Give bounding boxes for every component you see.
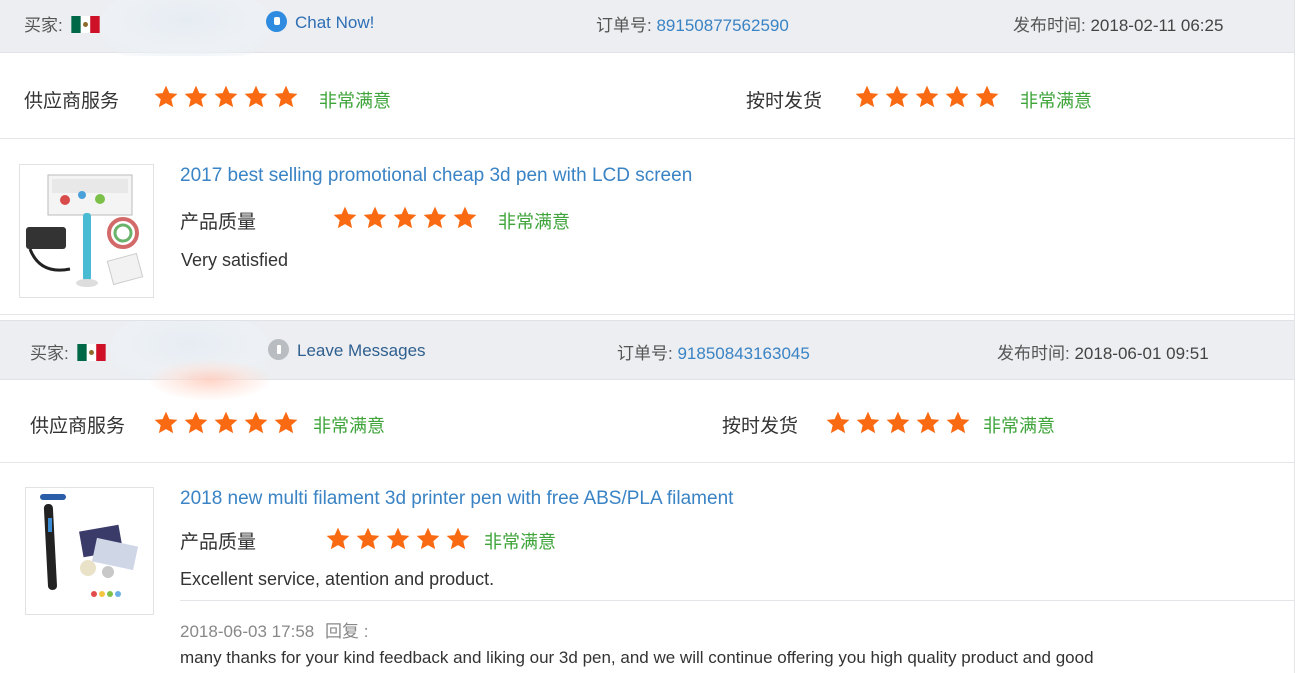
order-info: 订单号: 89150877562590 (596, 11, 789, 36)
product-quality-stars (325, 526, 475, 557)
product-thumbnail[interactable] (19, 164, 154, 298)
star-icon (916, 411, 940, 434)
publish-time: 发布时间: 2018-06-01 09:51 (997, 339, 1209, 364)
order-label: 订单号: (617, 344, 673, 363)
leave-messages-link[interactable]: Leave Messages (268, 339, 426, 361)
mexico-flag-icon (71, 16, 101, 33)
chat-now-label: Chat Now! (295, 13, 375, 32)
product-title-link[interactable]: 2018 new multi filament 3d printer pen w… (180, 488, 733, 510)
star-icon (946, 411, 970, 434)
product-quality-label: 产品质量 (180, 212, 257, 233)
star-icon (214, 85, 238, 108)
divider (0, 138, 1294, 139)
redaction-smudge (150, 360, 270, 400)
supplier-service-rating-text: 非常满意 (313, 416, 385, 436)
star-icon (885, 85, 909, 108)
star-icon (154, 85, 178, 108)
star-icon (915, 85, 939, 108)
star-icon (855, 85, 879, 108)
product-quality-label: 产品质量 (180, 532, 257, 553)
star-icon (154, 411, 178, 434)
star-icon (244, 85, 268, 108)
star-icon (416, 527, 440, 550)
buyer-name-redaction (100, 0, 270, 56)
chat-now-link[interactable]: Chat Now! (266, 11, 374, 33)
publish-time: 发布时间: 2018-02-11 06:25 (1013, 11, 1223, 36)
star-icon (326, 527, 350, 550)
star-icon (356, 527, 380, 550)
divider (0, 314, 1294, 315)
right-edge-border (1294, 0, 1295, 673)
on-time-label: 按时发货 (722, 416, 799, 437)
publish-time-label: 发布时间: (997, 344, 1070, 363)
product-quality-rating-text: 非常满意 (498, 212, 570, 232)
on-time-rating-text: 非常满意 (983, 416, 1055, 436)
buyer-label: 买家: (30, 344, 69, 363)
supplier-service-label: 供应商服务 (30, 416, 126, 437)
order-info: 订单号: 91850843163045 (617, 339, 810, 364)
supplier-service-label: 供应商服务 (24, 91, 120, 112)
buyer-info: 买家: (30, 339, 107, 364)
on-time-stars (825, 410, 975, 441)
star-icon (333, 206, 357, 229)
star-icon (214, 411, 238, 434)
review-comment: Excellent service, atention and product. (180, 569, 495, 589)
order-number-link[interactable]: 89150877562590 (656, 16, 788, 35)
star-icon (363, 206, 387, 229)
publish-time-label: 发布时间: (1013, 16, 1086, 35)
supplier-service-stars (153, 84, 303, 115)
buyer-info: 买家: (24, 11, 101, 36)
mexico-flag-icon (77, 344, 107, 361)
leave-messages-label: Leave Messages (297, 341, 426, 360)
reply-divider (180, 600, 1294, 601)
product-quality-stars (332, 205, 482, 236)
star-icon (886, 411, 910, 434)
product-thumbnail[interactable] (25, 487, 154, 615)
order-label: 订单号: (596, 16, 652, 35)
review-1-header: 买家: Chat Now! 订单号: 89150877562590 发布时间: … (0, 0, 1294, 56)
reply-header: 2018-06-03 17:58 回复 : (180, 617, 368, 642)
on-time-stars (854, 84, 1004, 115)
on-time-rating-text: 非常满意 (1020, 91, 1092, 111)
product-title-link[interactable]: 2017 best selling promotional cheap 3d p… (180, 165, 692, 187)
star-icon (423, 206, 447, 229)
supplier-service-stars (153, 410, 303, 441)
reply-label: 回复 : (324, 622, 369, 641)
star-icon (393, 206, 417, 229)
divider (0, 462, 1294, 463)
star-icon (453, 206, 477, 229)
star-icon (184, 411, 208, 434)
publish-time-value: 2018-02-11 06:25 (1090, 16, 1224, 35)
order-number-link[interactable]: 91850843163045 (677, 344, 809, 363)
star-icon (244, 411, 268, 434)
buyer-label: 买家: (24, 16, 63, 35)
3d-pen-kit-image (26, 174, 144, 287)
star-icon (826, 411, 850, 434)
star-icon (274, 411, 298, 434)
product-quality-rating-text: 非常满意 (484, 532, 556, 552)
supplier-service-rating-text: 非常满意 (319, 91, 391, 111)
message-icon (268, 339, 289, 360)
chat-icon (266, 11, 287, 32)
star-icon (184, 85, 208, 108)
star-icon (386, 527, 410, 550)
reply-time: 2018-06-03 17:58 (180, 622, 315, 641)
star-icon (975, 85, 999, 108)
star-icon (446, 527, 470, 550)
star-icon (945, 85, 969, 108)
seller-reply-text: many thanks for your kind feedback and l… (180, 648, 1094, 667)
on-time-label: 按时发货 (746, 91, 823, 112)
publish-time-value: 2018-06-01 09:51 (1074, 344, 1209, 363)
3d-printer-pen-image (40, 494, 139, 597)
review-comment: Very satisfied (181, 250, 289, 270)
star-icon (274, 85, 298, 108)
star-icon (856, 411, 880, 434)
